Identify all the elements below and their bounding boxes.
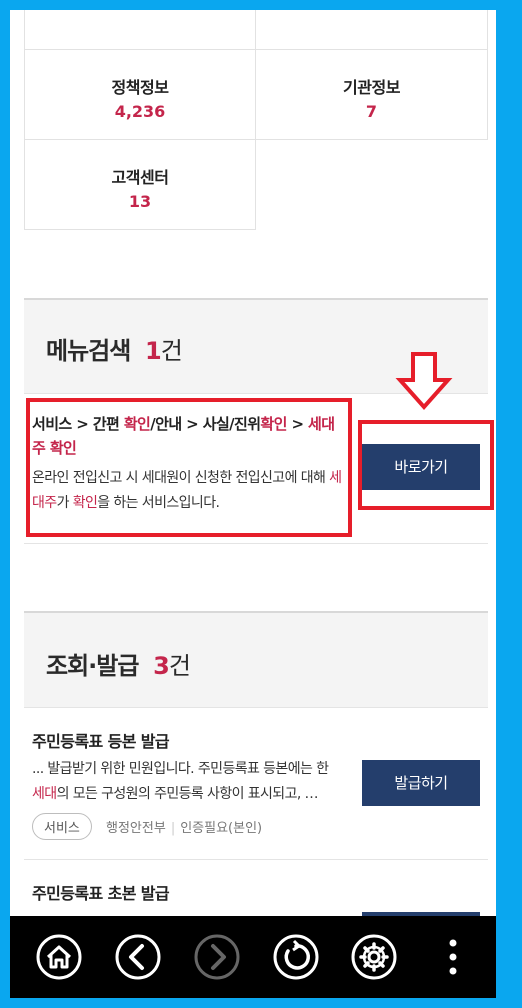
inquiry-count: 3 (153, 652, 170, 680)
item-desc-line2: 세대의 모든 구성원의 주민등록 사항이 표시되고, … (32, 786, 319, 802)
stats-policy[interactable]: 정책정보 4,236 (24, 49, 256, 140)
divider (24, 707, 488, 708)
auth-label: 인증필요(본인) (180, 821, 263, 836)
menu-search-title: 메뉴검색 1건 (46, 337, 183, 365)
annotation-box-result (26, 398, 352, 537)
stats-center[interactable]: 고객센터 13 (24, 139, 256, 230)
home-icon[interactable] (35, 933, 83, 981)
inquiry-title: 조회·발급 3건 (46, 652, 191, 680)
stats-cell-empty-top (24, 10, 256, 50)
item-meta: 행정안전부 | 인증필요(본인) (106, 821, 263, 836)
more-icon[interactable] (438, 933, 468, 981)
issue-button[interactable]: 발급하기 (362, 760, 480, 806)
stats-center-count: 13 (128, 192, 152, 211)
stats-agency-label: 기관정보 (343, 78, 400, 97)
item-title-resident-copy[interactable]: 주민등록표 등본 발급 (32, 728, 170, 752)
stats-policy-count: 4,236 (114, 102, 166, 121)
inquiry-header: 조회·발급 3건 (24, 611, 488, 708)
annotation-down-arrow-icon (395, 352, 453, 411)
bottom-nav-bar (10, 916, 496, 998)
refresh-icon[interactable] (272, 933, 320, 981)
menu-search-count: 1 (145, 337, 162, 365)
service-tag[interactable]: 서비스 (32, 813, 92, 840)
item-title-resident-abstract[interactable]: 주민등록표 초본 발급 (32, 880, 170, 904)
divider (24, 543, 488, 544)
item-desc-line1: ... 발급받기 위한 민원입니다. 주민등록표 등본에는 한 (32, 761, 329, 777)
annotation-box-button (358, 420, 494, 510)
stats-policy-label: 정책정보 (111, 78, 169, 97)
stats-agency-count: 7 (365, 102, 378, 121)
agency-label: 행정안전부 (106, 821, 166, 836)
page-content: 정책정보 4,236 기관정보 7 고객센터 13 메뉴검색 1건 서비스 > … (10, 10, 496, 998)
frame-right-line (508, 0, 512, 1008)
forward-icon[interactable] (193, 933, 241, 981)
stats-cell-empty-top-right (255, 10, 488, 50)
back-icon[interactable] (114, 933, 162, 981)
settings-icon[interactable] (350, 933, 398, 981)
stats-agency[interactable]: 기관정보 7 (255, 49, 488, 140)
divider (24, 859, 488, 860)
stats-center-label: 고객센터 (111, 168, 169, 187)
